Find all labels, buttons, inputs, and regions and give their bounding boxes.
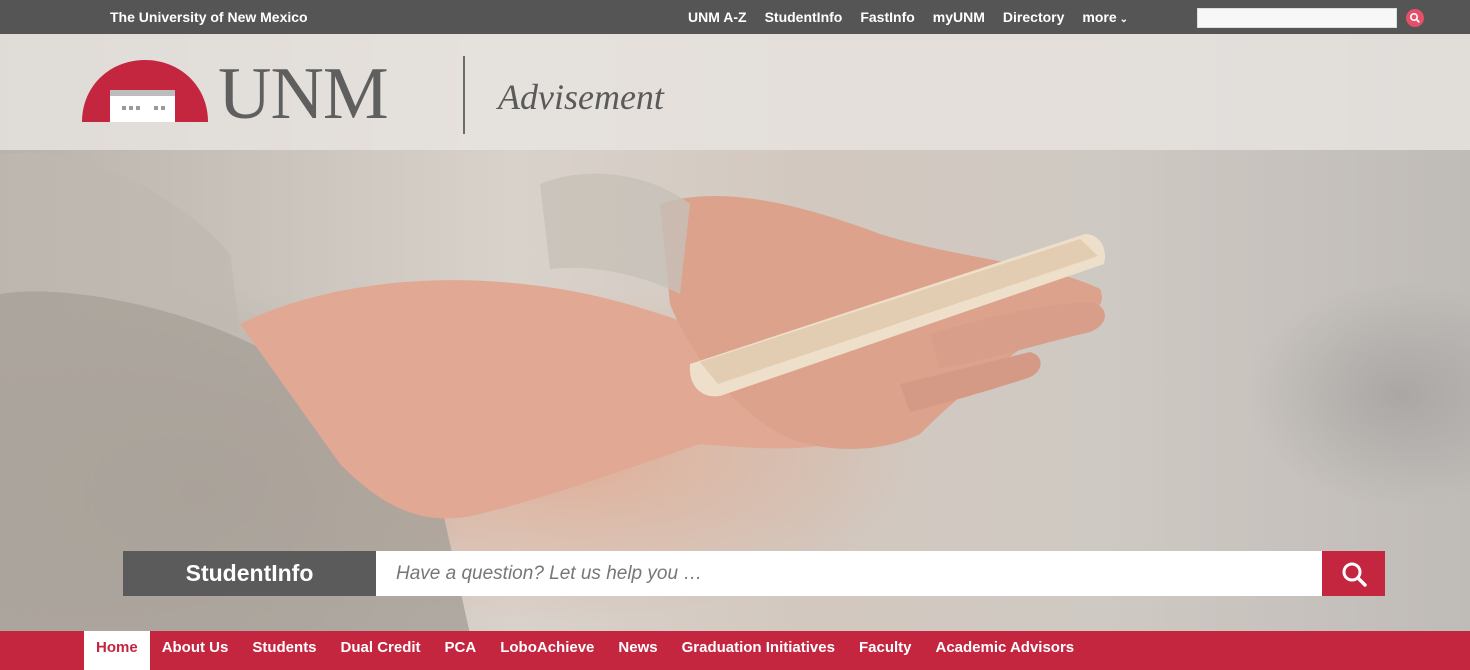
studentinfo-label: StudentInfo [123,551,376,596]
nav-item-faculty[interactable]: Faculty [847,631,924,666]
site-search-input[interactable] [1197,8,1397,28]
university-link[interactable]: The University of New Mexico [110,9,308,25]
utility-links: UNM A-Z StudentInfo FastInfo myUNM Direc… [688,9,1128,25]
unm-logo-icon[interactable] [80,56,210,126]
search-icon [1342,562,1367,587]
link-myunm[interactable]: myUNM [933,9,985,25]
link-studentinfo[interactable]: StudentInfo [765,9,843,25]
nav-item-graduation-initiatives[interactable]: Graduation Initiatives [670,631,847,666]
nav-item-home[interactable]: Home [84,631,150,670]
chevron-down-icon: ⌄ [1119,14,1129,25]
site-header: UNM Advisement [0,34,1470,150]
nav-item-students[interactable]: Students [240,631,328,666]
unm-wordmark[interactable]: UNM [218,52,389,137]
site-name[interactable]: Advisement [498,76,664,118]
top-utility-bar: The University of New Mexico UNM A-Z Stu… [0,0,1470,34]
hero-banner: UNM Advisement StudentInfo [0,34,1470,631]
nav-item-academic-advisors[interactable]: Academic Advisors [923,631,1086,666]
more-label: more [1082,9,1117,25]
studentinfo-search-input[interactable] [376,551,1322,596]
link-fastinfo[interactable]: FastInfo [860,9,914,25]
nav-item-news[interactable]: News [606,631,669,666]
nav-item-dual-credit[interactable]: Dual Credit [329,631,433,666]
site-search-button[interactable] [1406,9,1424,27]
more-menu[interactable]: more ⌄ [1082,9,1128,25]
link-directory[interactable]: Directory [1003,9,1064,25]
nav-item-about-us[interactable]: About Us [150,631,241,666]
main-navigation: Home About Us Students Dual Credit PCA L… [0,631,1470,670]
nav-item-loboachieve[interactable]: LoboAchieve [488,631,606,666]
search-icon [1410,13,1420,23]
header-divider [463,56,465,134]
nav-item-pca[interactable]: PCA [433,631,489,666]
studentinfo-search-button[interactable] [1322,551,1385,596]
link-unm-a-z[interactable]: UNM A-Z [688,9,747,25]
